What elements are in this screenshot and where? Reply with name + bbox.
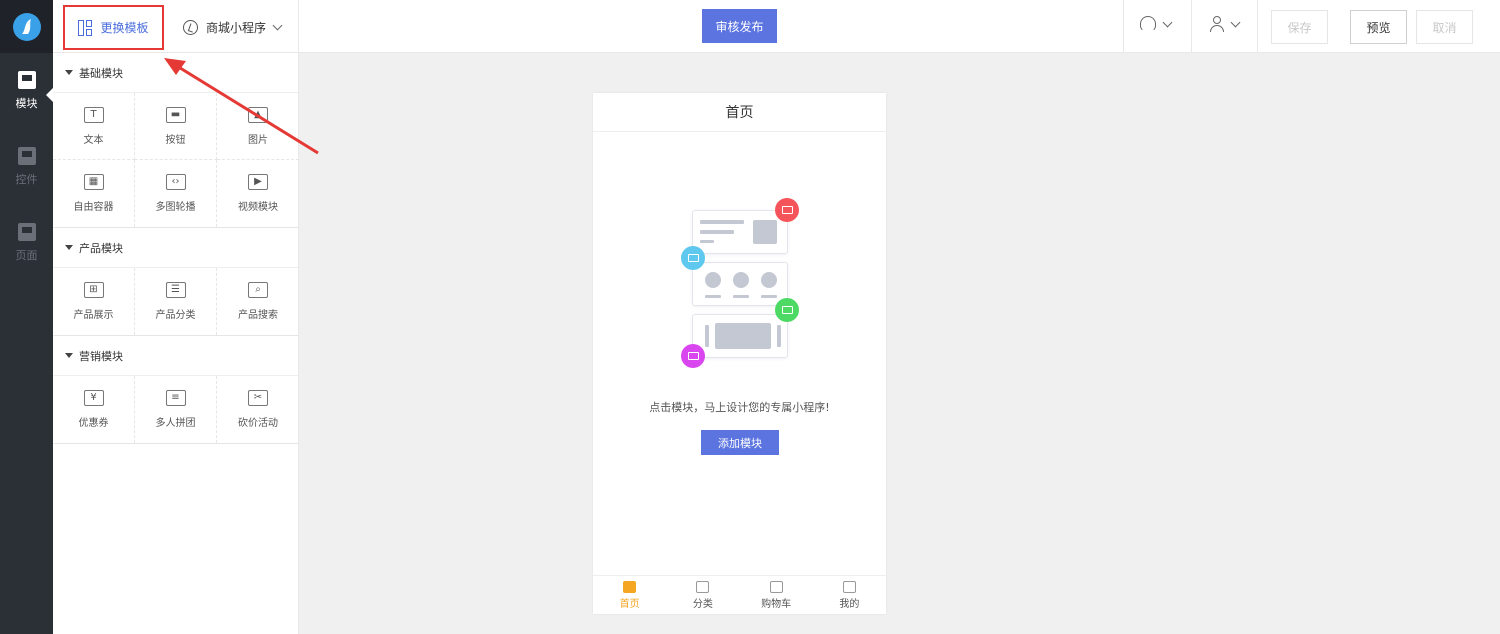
caret-down-icon [65, 245, 73, 250]
container-icon: ▦ [83, 174, 104, 190]
module-button[interactable]: ▬ 按钮 [135, 93, 217, 160]
app-logo[interactable] [0, 0, 53, 53]
product-list-icon: ☰ [165, 282, 186, 298]
logo-icon [12, 12, 41, 41]
change-template-label: 更换模板 [100, 21, 149, 35]
tab-home[interactable]: 首页 [593, 576, 666, 614]
left-rail: 模块 控件 页面 [0, 0, 53, 634]
tab-cart[interactable]: 购物车 [740, 576, 813, 614]
container-badge-icon [681, 344, 705, 368]
change-template-button[interactable]: 更换模板 [63, 5, 164, 50]
module-panel: 基础模块 T 文本 ▬ 按钮 ▲ 图片 ▦ 自由容器 ‹› 多图轮播 ▶ 视频模块 产品模块… [53, 53, 299, 634]
app-selector[interactable]: 商城小程序 [183, 16, 283, 38]
cart-icon [769, 580, 783, 593]
divider [1191, 0, 1192, 53]
phone-preview: 首页 点击模块，马上设计您的专属小程序! 添加模块 首页 分类 购物车 我的 [593, 93, 886, 614]
top-bar: 更换模板 商城小程序 审核发布 保存 预览 取消 [53, 0, 1500, 53]
page-title: 首页 [593, 93, 886, 132]
text-icon: T [83, 106, 104, 123]
module-icon [17, 71, 36, 89]
module-container[interactable]: ▦ 自由容器 [53, 160, 135, 227]
user-menu[interactable] [1210, 16, 1241, 32]
template-icon [78, 19, 93, 36]
preview-button[interactable]: 预览 [1350, 10, 1407, 44]
product-search-icon: ⌕ [248, 282, 268, 298]
rail-item-page[interactable]: 页面 [0, 205, 53, 281]
publish-button[interactable]: 审核发布 [702, 9, 777, 43]
tab-bar: 首页 分类 购物车 我的 [593, 575, 886, 614]
coupon-icon: ¥ [83, 390, 104, 406]
module-grid-basic: T 文本 ▬ 按钮 ▲ 图片 ▦ 自由容器 ‹› 多图轮播 ▶ 视频模块 [53, 93, 299, 228]
button-icon: ▬ [165, 106, 186, 123]
profile-icon [842, 580, 856, 593]
empty-state-text: 点击模块，马上设计您的专属小程序! [649, 401, 830, 414]
caret-down-icon [65, 70, 73, 75]
text-badge-icon [775, 298, 799, 322]
module-coupon[interactable]: ¥ 优惠券 [53, 376, 135, 443]
module-group-buy[interactable]: ≡ 多人拼团 [135, 376, 217, 443]
module-video[interactable]: ▶ 视频模块 [217, 160, 299, 227]
chevron-down-icon [1230, 17, 1241, 27]
divider [1257, 0, 1258, 53]
chevron-down-icon [272, 20, 283, 30]
category-icon [696, 580, 710, 593]
support-menu[interactable] [1140, 16, 1173, 32]
module-grid-product: ⊞ 产品展示 ☰ 产品分类 ⌕ 产品搜索 [53, 268, 298, 336]
page-icon [17, 223, 36, 241]
section-product[interactable]: 产品模块 [53, 228, 298, 268]
empty-illustration [678, 198, 803, 368]
carousel-icon: ‹› [165, 174, 186, 190]
module-text[interactable]: T 文本 [53, 93, 135, 160]
product-grid-icon: ⊞ [83, 282, 104, 298]
home-icon [623, 580, 637, 593]
divider [298, 0, 299, 53]
module-image[interactable]: ▲ 图片 [217, 93, 299, 160]
module-bargain[interactable]: ✂ 砍价活动 [217, 376, 299, 443]
chevron-down-icon [1162, 17, 1173, 27]
add-module-button[interactable]: 添加模块 [701, 430, 779, 455]
tab-category[interactable]: 分类 [666, 576, 739, 614]
section-marketing[interactable]: 营销模块 [53, 336, 298, 376]
module-product-display[interactable]: ⊞ 产品展示 [53, 268, 135, 335]
group-buy-icon: ≡ [165, 390, 186, 406]
module-carousel[interactable]: ‹› 多图轮播 [135, 160, 217, 227]
save-button[interactable]: 保存 [1271, 10, 1328, 44]
module-grid-marketing: ¥ 优惠券 ≡ 多人拼团 ✂ 砍价活动 [53, 376, 298, 444]
user-icon [1210, 16, 1224, 32]
app-name: 商城小程序 [206, 20, 267, 35]
image-icon: ▲ [248, 106, 268, 123]
module-product-category[interactable]: ☰ 产品分类 [135, 268, 217, 335]
mini-program-icon [183, 19, 198, 35]
tab-profile[interactable]: 我的 [813, 576, 886, 614]
button-badge-icon [681, 246, 705, 270]
divider [1123, 0, 1124, 53]
section-basic[interactable]: 基础模块 [53, 53, 298, 93]
active-caret [46, 88, 53, 102]
cancel-button[interactable]: 取消 [1416, 10, 1473, 44]
widget-icon [17, 147, 36, 165]
bargain-icon: ✂ [248, 390, 268, 406]
headset-icon [1140, 16, 1156, 32]
module-product-search[interactable]: ⌕ 产品搜索 [217, 268, 299, 335]
rail-item-widget[interactable]: 控件 [0, 129, 53, 205]
video-icon: ▶ [248, 174, 268, 190]
image-badge-icon [775, 198, 799, 222]
caret-down-icon [65, 353, 73, 358]
